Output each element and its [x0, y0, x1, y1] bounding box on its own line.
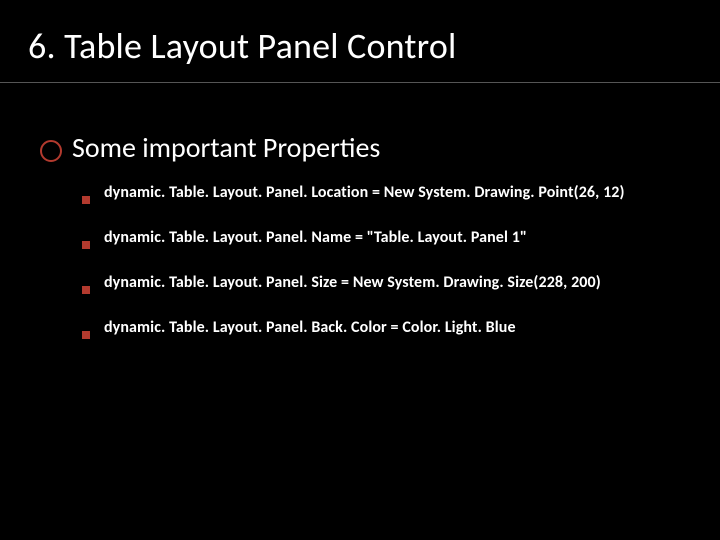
- property-text: dynamic. Table. Layout. Panel. Back. Col…: [104, 318, 516, 337]
- square-bullet-icon: [82, 286, 90, 294]
- list-item: dynamic. Table. Layout. Panel. Back. Col…: [82, 318, 680, 337]
- property-list: dynamic. Table. Layout. Panel. Location …: [40, 183, 680, 337]
- property-text: dynamic. Table. Layout. Panel. Location …: [104, 183, 625, 202]
- property-text: dynamic. Table. Layout. Panel. Name = "T…: [104, 228, 527, 247]
- square-bullet-icon: [82, 331, 90, 339]
- square-bullet-icon: [82, 196, 90, 204]
- slide: 6. Table Layout Panel Control Some impor…: [0, 0, 720, 540]
- slide-body: Some important Properties dynamic. Table…: [40, 130, 680, 363]
- title-band: 6. Table Layout Panel Control: [0, 18, 720, 83]
- section-heading: Some important Properties: [72, 130, 380, 165]
- list-item: dynamic. Table. Layout. Panel. Name = "T…: [82, 228, 680, 247]
- list-item: dynamic. Table. Layout. Panel. Size = Ne…: [82, 273, 680, 292]
- heading-row: Some important Properties: [40, 130, 680, 165]
- list-item: dynamic. Table. Layout. Panel. Location …: [82, 183, 680, 202]
- square-bullet-icon: [82, 241, 90, 249]
- slide-title: 6. Table Layout Panel Control: [28, 24, 720, 68]
- property-text: dynamic. Table. Layout. Panel. Size = Ne…: [104, 273, 601, 292]
- circle-bullet-icon: [40, 140, 62, 162]
